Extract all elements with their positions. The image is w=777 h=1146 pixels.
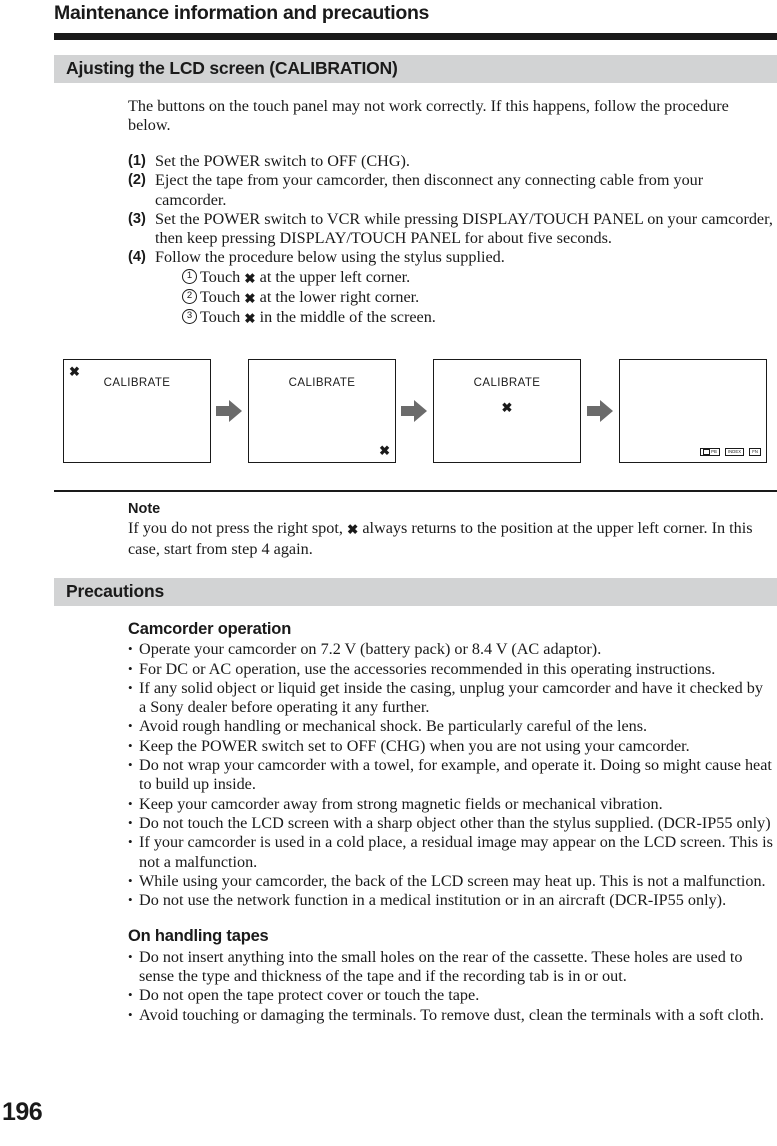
step-2-number: (2): [128, 172, 146, 189]
section-header-calibration: Ajusting the LCD screen (CALIBRATION): [54, 55, 777, 83]
list-item: Keep the POWER switch set to OFF (CHG) w…: [128, 736, 774, 756]
lcd-panel-2: CALIBRATE ✖: [248, 359, 396, 463]
x-mark-icon: ✖: [244, 291, 256, 307]
pb-button-label: PB: [711, 449, 717, 454]
step-1: (1) Set the POWER switch to OFF (CHG).: [128, 152, 774, 171]
arrow-right-icon: [587, 400, 613, 422]
step-4-text: Follow the procedure below using the sty…: [155, 248, 505, 267]
arrow-right-icon: [401, 400, 427, 422]
step-2: (2) Eject the tape from your camcorder, …: [128, 171, 774, 210]
lcd-panel-4: PB INDEX FN: [619, 359, 767, 463]
substep-1-number: 1: [182, 268, 197, 284]
substep-1-prefix: Touch: [200, 267, 241, 286]
calibration-steps: (1) Set the POWER switch to OFF (CHG). (…: [128, 152, 774, 329]
step-4-substeps: 1 Touch ✖ at the upper left corner. 2 To…: [155, 268, 774, 329]
list-item: Do not touch the LCD screen with a sharp…: [128, 813, 774, 833]
substep-2: 2 Touch ✖ at the lower right corner.: [182, 288, 774, 308]
subheading-on-handling-tapes: On handling tapes: [128, 927, 269, 946]
list-item: Do not insert anything into the small ho…: [128, 947, 774, 987]
list-item: If any solid object or liquid get inside…: [128, 678, 774, 718]
list-item: Do not open the tape protect cover or to…: [128, 985, 774, 1005]
list-item: Do not wrap your camcorder with a towel,…: [128, 755, 774, 795]
step-4-number: (4): [128, 249, 146, 266]
fn-button[interactable]: FN: [749, 448, 761, 456]
list-item: Avoid touching or damaging the terminals…: [128, 1005, 774, 1025]
substep-1: 1 Touch ✖ at the upper left corner.: [182, 268, 774, 288]
tape-icon: [703, 449, 711, 455]
substep-2-prefix: Touch: [200, 288, 241, 307]
calibration-intro: The buttons on the touch panel may not w…: [128, 97, 774, 136]
handling-tapes-bullets: Do not insert anything into the small ho…: [128, 947, 774, 1025]
calibration-intro-text: The buttons on the touch panel may not w…: [128, 97, 729, 135]
list-item: If your camcorder is used in a cold plac…: [128, 832, 774, 872]
page-title: Maintenance information and precautions: [54, 2, 430, 24]
step-1-text: Set the POWER switch to OFF (CHG).: [155, 152, 410, 170]
note-block: Note If you do not press the right spot,…: [128, 500, 774, 559]
camcorder-operation-bullets: Operate your camcorder on 7.2 V (battery…: [128, 639, 774, 910]
note-heading: Note: [128, 501, 161, 517]
lcd-panel-1-label: CALIBRATE: [103, 377, 171, 389]
step-2-text: Eject the tape from your camcorder, then…: [155, 171, 704, 209]
lcd-panel-4-button-row: PB INDEX FN: [700, 448, 761, 456]
page-number: 196: [2, 1098, 43, 1126]
substep-3-suffix: in the middle of the screen.: [259, 308, 436, 327]
arrow-right-icon: [216, 400, 242, 422]
list-item: While using your camcorder, the back of …: [128, 871, 774, 891]
x-mark-icon: ✖: [244, 311, 256, 327]
section-header-precautions: Precautions: [54, 578, 777, 606]
precautions-body: Camcorder operation Operate your camcord…: [128, 620, 774, 1025]
substep-2-suffix: at the lower right corner.: [259, 288, 420, 307]
lcd-panel-3-label: CALIBRATE: [473, 377, 541, 389]
list-item: Avoid rough handling or mechanical shock…: [128, 716, 774, 736]
substep-3-number: 3: [182, 309, 197, 325]
index-button[interactable]: INDEX: [724, 448, 745, 456]
step-3: (3) Set the POWER switch to VCR while pr…: [128, 210, 774, 249]
substep-1-suffix: at the upper left corner.: [259, 267, 411, 286]
note-text-before: If you do not press the right spot,: [128, 519, 343, 538]
x-mark-icon: ✖: [501, 400, 513, 415]
list-item: Operate your camcorder on 7.2 V (battery…: [128, 639, 774, 659]
list-item: Keep your camcorder away from strong mag…: [128, 794, 774, 814]
x-mark-icon: ✖: [244, 270, 256, 286]
pb-button[interactable]: PB: [700, 448, 720, 456]
substep-2-number: 2: [182, 289, 197, 305]
step-3-number: (3): [128, 210, 146, 227]
substep-3-prefix: Touch: [200, 308, 241, 327]
step-1-number: (1): [128, 153, 146, 169]
title-rule: [54, 33, 777, 40]
x-mark-icon: ✖: [379, 443, 390, 458]
step-4: (4) Follow the procedure below using the…: [128, 248, 774, 328]
lcd-panel-3: CALIBRATE ✖: [433, 359, 581, 463]
substep-3: 3 Touch ✖ in the middle of the screen.: [182, 308, 774, 328]
x-mark-icon: ✖: [346, 522, 359, 538]
subheading-camcorder-operation: Camcorder operation: [128, 620, 292, 638]
lcd-panel-2-label: CALIBRATE: [288, 377, 356, 389]
list-item: Do not use the network function in a med…: [128, 890, 774, 910]
lcd-panel-1: ✖ CALIBRATE: [63, 359, 211, 463]
note-divider: [54, 490, 777, 492]
note-text: If you do not press the right spot, ✖ al…: [128, 519, 774, 559]
calibration-diagram: ✖ CALIBRATE CALIBRATE ✖ CALIBRATE ✖ PB I…: [0, 359, 777, 467]
step-3-text: Set the POWER switch to VCR while pressi…: [155, 209, 773, 248]
list-item: For DC or AC operation, use the accessor…: [128, 659, 774, 679]
